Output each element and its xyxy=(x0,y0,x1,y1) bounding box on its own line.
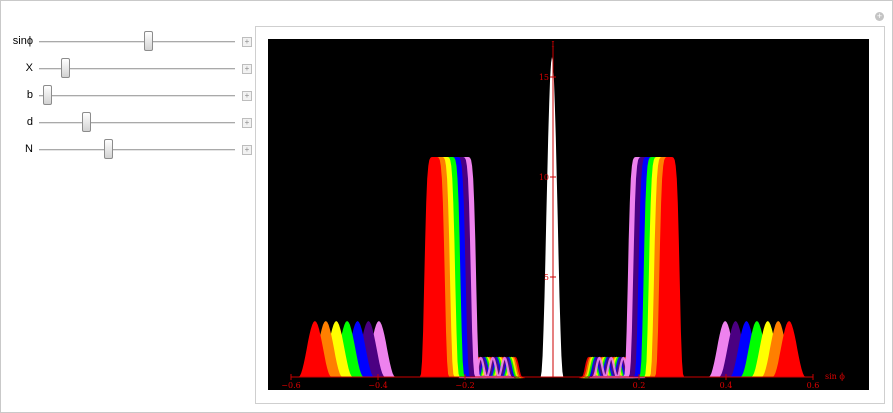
slider-b[interactable] xyxy=(39,85,235,105)
y-tick-label: 10 xyxy=(539,173,549,182)
plus-circle-icon[interactable]: + xyxy=(875,12,884,21)
x-tick-label: −0.4 xyxy=(368,381,387,390)
control-sinphi: sinϕ + xyxy=(1,31,256,51)
slider-thumb[interactable] xyxy=(82,112,91,132)
control-label-sinphi: sinϕ xyxy=(12,35,33,47)
slider-thumb[interactable] xyxy=(61,58,71,78)
slider-x[interactable] xyxy=(39,58,235,78)
plus-box-icon[interactable]: + xyxy=(242,118,252,128)
control-b: b + xyxy=(1,85,256,105)
control-label-n: N xyxy=(25,143,33,155)
control-x: X + xyxy=(1,58,256,78)
slider-thumb[interactable] xyxy=(143,31,153,51)
plus-box-icon[interactable]: + xyxy=(242,37,252,47)
slider-d[interactable] xyxy=(39,112,235,132)
slider-n[interactable] xyxy=(39,139,235,159)
demonstration-frame: + sinϕ + X + b + d + N + −0.6 −0.4 −0.2 … xyxy=(0,0,893,413)
x-tick-label: 0.4 xyxy=(720,381,733,390)
slider-sinphi[interactable] xyxy=(39,31,235,51)
diffraction-intensity-plot: −0.6 −0.4 −0.2 0.2 0.4 0.6 5 10 15 I sin ϕ xyxy=(268,39,869,390)
y-tick-label: 15 xyxy=(539,73,549,82)
control-label-x: X xyxy=(25,62,33,74)
y-axis-label: I xyxy=(551,40,554,49)
plus-box-icon[interactable]: + xyxy=(242,91,252,101)
x-axis-label: sin ϕ xyxy=(825,372,845,381)
slider-thumb[interactable] xyxy=(42,85,52,105)
x-tick-label: 0.2 xyxy=(633,381,646,390)
control-label-d: d xyxy=(26,116,33,128)
plus-box-icon[interactable]: + xyxy=(242,145,252,155)
control-label-b: b xyxy=(26,89,33,101)
y-tick-label: 5 xyxy=(544,273,549,282)
slider-thumb[interactable] xyxy=(104,139,114,159)
control-d: d + xyxy=(1,112,256,132)
plus-box-icon[interactable]: + xyxy=(242,64,252,74)
controls-panel: sinϕ + X + b + d + N + xyxy=(1,1,256,171)
x-tick-label: 0.6 xyxy=(807,381,820,390)
control-n: N + xyxy=(1,139,256,159)
x-tick-label: −0.2 xyxy=(455,381,474,390)
x-tick-label: −0.6 xyxy=(281,381,300,390)
